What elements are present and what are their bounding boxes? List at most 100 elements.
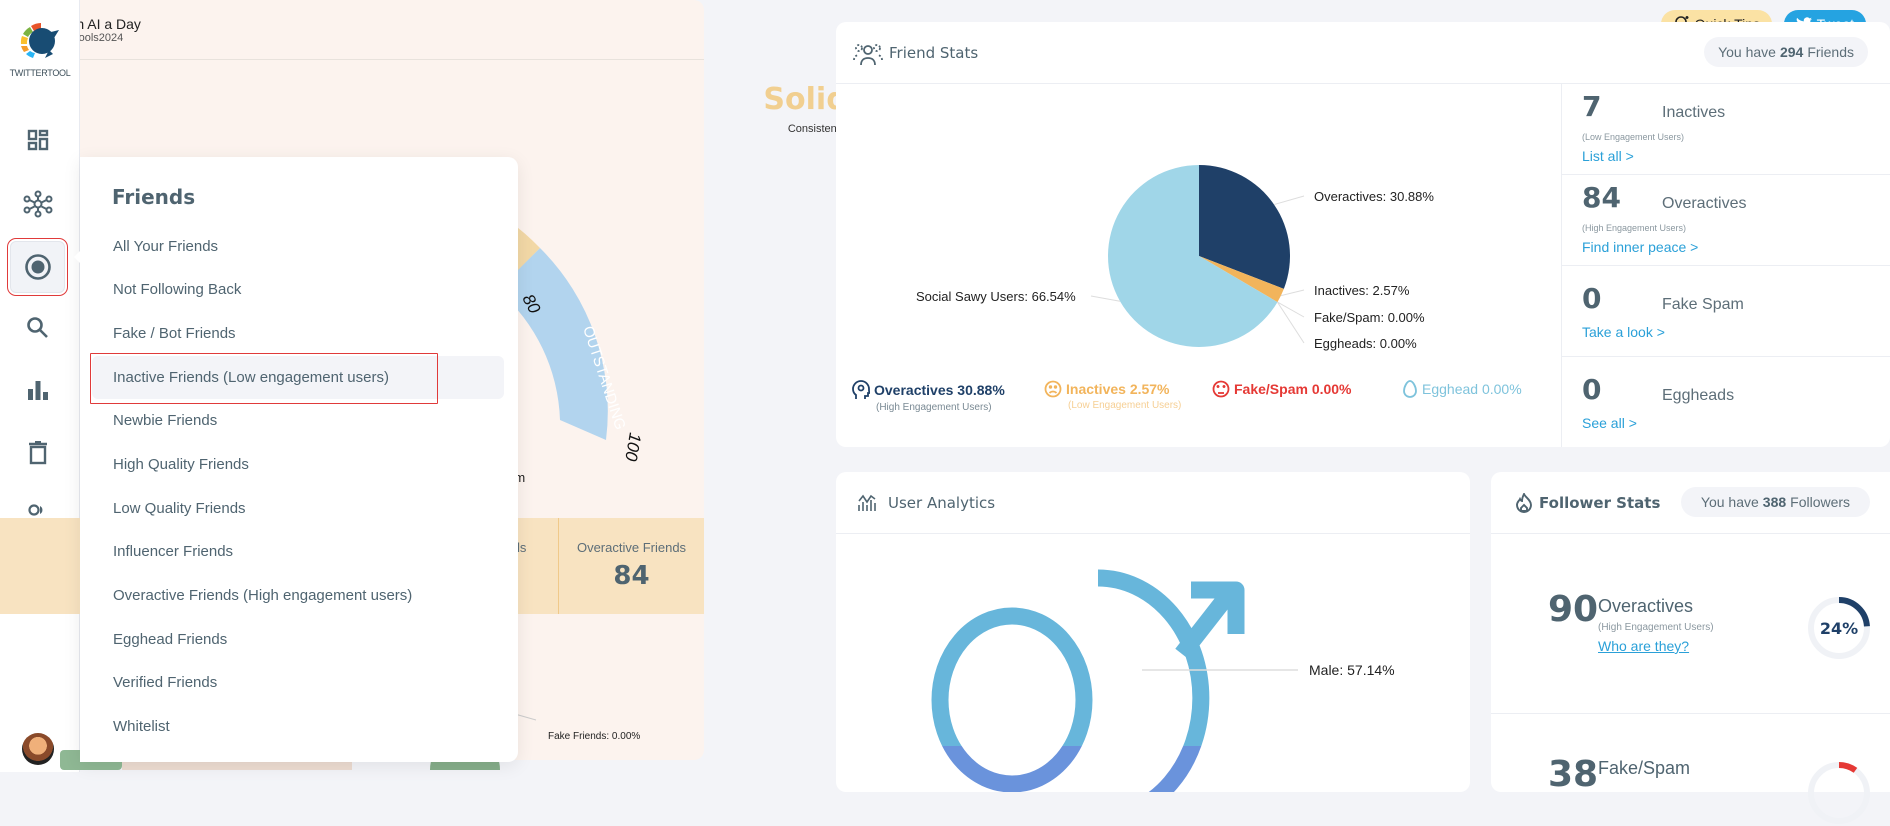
- friend-stats-card: Friend Stats You have 294 Friends Overacti…: [836, 22, 1890, 447]
- gauge-tick-100: 100: [621, 431, 645, 463]
- follower-overactives-row: 90 Overactives (High Engagement Users) W…: [1491, 534, 1890, 714]
- strip-value: 84: [613, 561, 650, 591]
- pill-prefix: You have: [1700, 494, 1759, 510]
- menu-item-influencer[interactable]: Influencer Friends: [92, 530, 504, 573]
- legend-label: Inactives 2.57%: [1066, 381, 1170, 397]
- stat-number: 0: [1582, 282, 1602, 315]
- legend-label: Fake/Spam 0.00%: [1234, 381, 1352, 397]
- friends-count: 294: [1779, 44, 1804, 60]
- pie-leader-line: [1090, 295, 1121, 302]
- menu-item-whitelist[interactable]: Whitelist: [92, 705, 504, 748]
- ring-track: [1808, 762, 1870, 824]
- stat-name: Eggheads: [1662, 387, 1735, 404]
- friends-group-icon: [853, 43, 883, 65]
- menu-item-low-quality[interactable]: Low Quality Friends: [92, 487, 504, 530]
- follower-fake-spam-number: 38: [1548, 754, 1599, 795]
- follower-stats-title: Follower Stats: [1539, 493, 1661, 512]
- stat-name: Inactives: [1662, 104, 1726, 121]
- legend-fake-spam[interactable]: Fake/Spam 0.00%: [1212, 380, 1352, 398]
- follower-overactives-number: 90: [1548, 589, 1599, 630]
- pie-label: Overactives: 30.88%: [1314, 189, 1434, 204]
- stat-inactives: 7 Inactives (Low Engagement Users) List …: [1562, 84, 1890, 175]
- pie-leader-line: [1277, 301, 1305, 318]
- menu-item-all-friends[interactable]: All Your Friends: [92, 225, 504, 268]
- menu-item-verified[interactable]: Verified Friends: [92, 661, 504, 704]
- follower-fake-spam-row: 38 Fake/Spam: [1491, 714, 1890, 824]
- analytics-icon: [858, 494, 876, 511]
- legend-label: Egghead 0.00%: [1422, 381, 1522, 397]
- logo-text: TWITTERTOOL: [9, 68, 71, 78]
- pill-suffix: Friends: [1807, 44, 1854, 60]
- menu-item-fake-bot[interactable]: Fake / Bot Friends: [92, 312, 504, 355]
- user-analytics-header: User Analytics: [836, 472, 1470, 534]
- stat-overactives: 84 Overactives (High Engagement Users) F…: [1562, 175, 1890, 266]
- legend-overactives[interactable]: Overactives 30.88% (High Engagement User…: [852, 380, 1005, 413]
- legend-inactives[interactable]: Inactives 2.57% (Low Engagement Users): [1044, 380, 1181, 411]
- menu-item-inactive[interactable]: Inactive Friends (Low engagement users): [90, 353, 504, 404]
- stat-name: Fake Spam: [1662, 296, 1744, 313]
- user-analytics-card: User Analytics Male: 57.14%: [836, 472, 1470, 792]
- follower-fake-spam-label: Fake/Spam: [1598, 758, 1691, 778]
- user-analytics-title: User Analytics: [888, 493, 996, 512]
- friends-flyout-menu: Friends All Your Friends Not Following B…: [74, 157, 518, 762]
- follower-stats-card: Follower Stats You have 388 Followers 90 O…: [1491, 472, 1890, 824]
- male-label: Male: 57.14%: [1309, 662, 1395, 678]
- strip-label: Overactive Friends: [576, 540, 687, 555]
- pie-leader-line: [1273, 195, 1305, 206]
- stat-sub: (Low Engagement Users): [1582, 132, 1685, 142]
- list-all-link[interactable]: List all >: [1582, 148, 1634, 164]
- follower-overactives-label: Overactives: [1598, 596, 1694, 616]
- pie-leader-line: [1280, 289, 1305, 297]
- menu-item-newbie[interactable]: Newbie Friends: [92, 399, 504, 442]
- dizzy-face-icon: [1212, 380, 1230, 398]
- stat-sub: (High Engagement Users): [1582, 223, 1687, 233]
- menu-item-egghead[interactable]: Egghead Friends: [92, 618, 504, 661]
- stat-number: 0: [1582, 373, 1602, 406]
- brain-head-icon: [852, 380, 870, 399]
- take-a-look-link[interactable]: Take a look >: [1582, 324, 1665, 340]
- friends-count-pill: You have 294 Friends: [1704, 37, 1868, 67]
- overactives-percent-ring: 24%: [1808, 597, 1870, 659]
- twittertool-logo-icon: [20, 22, 59, 58]
- stat-number: 84: [1582, 181, 1621, 214]
- sad-face-icon: [1044, 380, 1062, 398]
- stat-eggheads: 0 Eggheads See all >: [1562, 357, 1890, 448]
- fire-icon: [1516, 492, 1532, 513]
- see-all-link[interactable]: See all >: [1582, 415, 1637, 431]
- legend-label: Overactives 30.88%: [874, 382, 1005, 398]
- app-logo[interactable]: TWITTERTOOL: [0, 20, 80, 78]
- pie-leader-line: [1277, 301, 1305, 344]
- pie-label: Fake/Spam: 0.00%: [1314, 310, 1425, 325]
- menu-pointer: [74, 251, 80, 263]
- pie-label: Eggheads: 0.00%: [1314, 336, 1417, 351]
- stat-name: Overactives: [1662, 195, 1747, 212]
- menu-item-not-following-back[interactable]: Not Following Back: [92, 268, 504, 311]
- legend-sub: (High Engagement Users): [876, 402, 992, 413]
- pill-suffix: Followers: [1790, 494, 1851, 510]
- friend-stats-summary: 7 Inactives (Low Engagement Users) List …: [1561, 84, 1890, 447]
- egg-icon: [1403, 380, 1417, 398]
- legend-sub: (Low Engagement Users): [1068, 400, 1182, 411]
- ring-percent-label: 24%: [1820, 619, 1858, 638]
- pie-label: Social Sawy Users: 66.54%: [916, 289, 1076, 304]
- stat-number: 7: [1582, 90, 1602, 123]
- legend-egghead[interactable]: Egghead 0.00%: [1402, 380, 1522, 398]
- account-header: An AI a Day aitools2024 Quick Tips Tweet: [0, 0, 1866, 60]
- who-are-they-link[interactable]: Who are they?: [1598, 638, 1689, 654]
- menu-item-high-quality[interactable]: High Quality Friends: [92, 443, 504, 486]
- stat-fake-spam: 0 Fake Spam Take a look >: [1562, 266, 1890, 357]
- pie-label: Inactives: 2.57%: [1314, 283, 1410, 298]
- fake-spam-percent-ring: [1808, 762, 1870, 824]
- followers-count: 388: [1762, 494, 1787, 510]
- friend-stats-title: Friend Stats: [889, 43, 979, 62]
- gender-chart: Male: 57.14%: [931, 569, 1395, 792]
- fake-friends-label: Fake Friends: 0.00%: [548, 731, 641, 742]
- friend-stats-pie-chart: Overactives: 30.88% Inactives: 2.57% Fake/…: [916, 165, 1434, 351]
- pill-prefix: You have: [1718, 44, 1776, 60]
- find-inner-peace-link[interactable]: Find inner peace >: [1582, 239, 1698, 255]
- menu-title: Friends: [112, 185, 196, 209]
- strip-overactive-friends[interactable]: Overactive Friends 84: [558, 518, 704, 614]
- follower-overactives-sub: (High Engagement Users): [1598, 622, 1714, 633]
- followers-count-pill: You have 388 Followers: [1681, 487, 1870, 517]
- menu-item-overactive[interactable]: Overactive Friends (High engagement user…: [92, 574, 504, 617]
